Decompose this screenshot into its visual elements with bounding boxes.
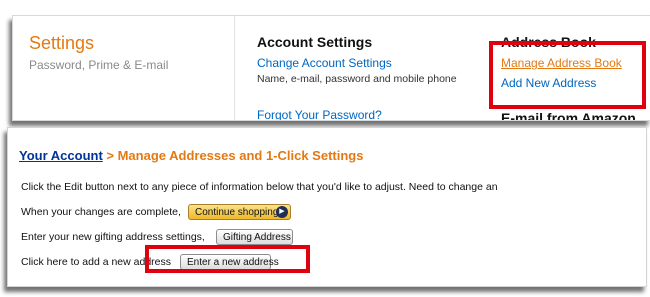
your-account-link[interactable]: Your Account [19, 148, 103, 163]
settings-subtitle: Password, Prime & E-mail [29, 58, 169, 72]
manage-addresses-panel: Your Account > Manage Addresses and 1-Cl… [7, 127, 647, 287]
edit-instructions: Click the Edit button next to any piece … [21, 181, 498, 193]
account-settings-heading: Account Settings [257, 34, 373, 50]
breadcrumb: Your Account > Manage Addresses and 1-Cl… [19, 148, 363, 163]
column-divider [234, 16, 235, 120]
breadcrumb-current: > Manage Addresses and 1-Click Settings [102, 148, 364, 163]
email-from-amazon-heading: E-mail from Amazon [501, 110, 636, 121]
continue-shopping-label: Continue shopping [195, 207, 279, 218]
gifting-address-button[interactable]: Gifting Address [216, 229, 293, 245]
changes-complete-text: When your changes are complete, [21, 206, 181, 218]
continue-shopping-button[interactable]: Continue shopping ▶ [188, 204, 291, 220]
arrow-circle-right-icon: ▶ [276, 206, 288, 218]
settings-panel: Settings Password, Prime & E-mail Accoun… [12, 15, 650, 121]
address-book-highlight [489, 41, 646, 109]
change-account-settings-note: Name, e-mail, password and mobile phone [257, 73, 457, 85]
forgot-password-link[interactable]: Forgot Your Password? [257, 108, 382, 120]
new-address-highlight [145, 245, 310, 273]
settings-title: Settings [29, 33, 95, 53]
change-account-settings-link[interactable]: Change Account Settings [257, 56, 392, 70]
gifting-text: Enter your new gifting address settings, [21, 231, 205, 243]
